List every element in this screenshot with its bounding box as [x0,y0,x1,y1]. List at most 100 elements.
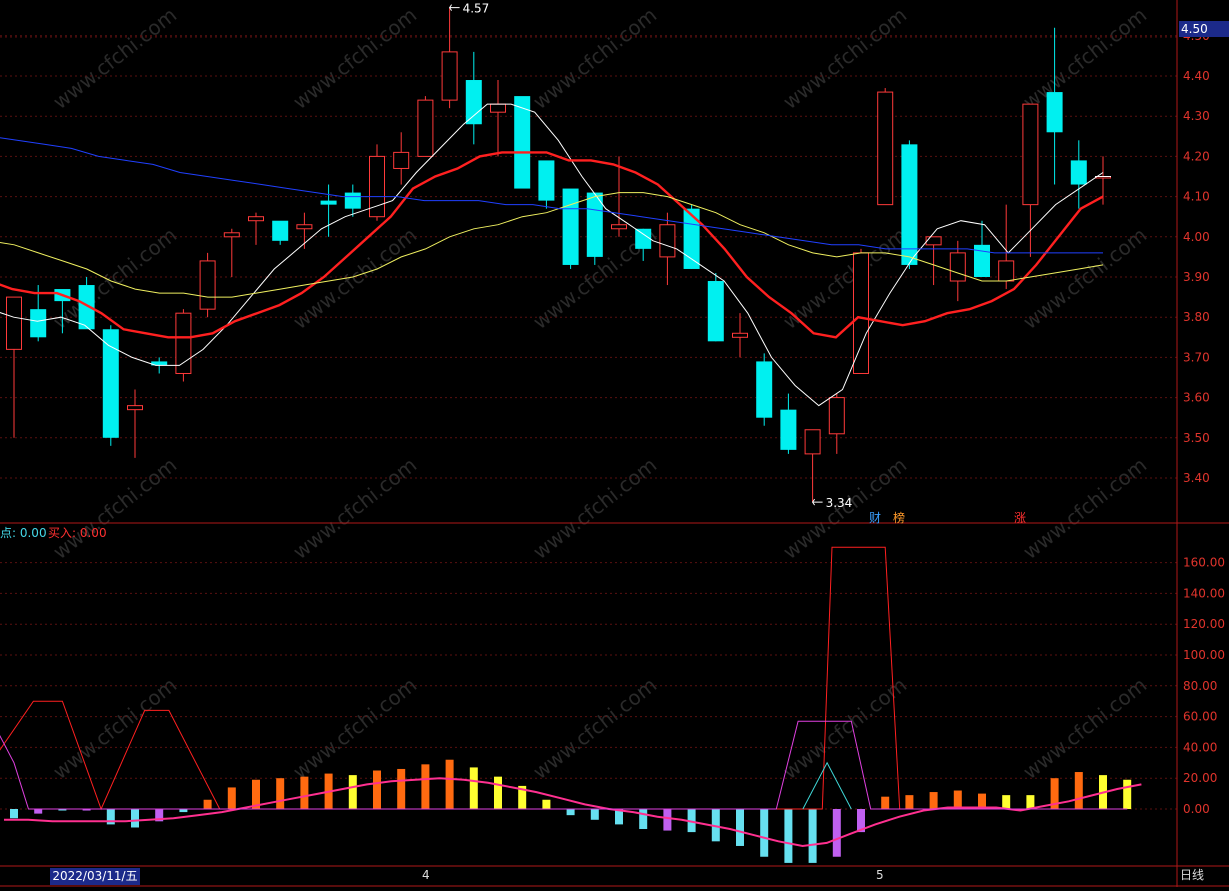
y-tick-label: 60.00 [1183,710,1217,724]
watermark-text: www.cfchi.com [1018,453,1151,564]
y-tick-label: 3.80 [1183,310,1210,324]
y-tick-label: 4.20 [1183,149,1210,163]
watermark-text: www.cfchi.com [288,453,421,564]
indicator-bar [566,809,575,816]
event-flag-ranking[interactable]: 榜 [893,509,905,526]
candle-body-down [1070,160,1087,185]
candle-body-down [562,188,579,265]
candle-body-up [925,236,942,246]
indicator-bar [808,809,817,863]
y-tick-label: 3.50 [1183,431,1210,445]
indicator-bar [881,796,890,809]
y-tick-label: 160.00 [1183,556,1225,570]
y-tick-label: 20.00 [1183,771,1217,785]
candle-body-up [175,312,192,374]
candle-body-up [6,296,22,350]
y-tick-label: 4.40 [1183,69,1210,83]
candle-body-up [417,99,434,157]
low-marker-label: 3.34 [826,496,853,510]
indicator-bar [348,775,357,809]
indicator-bar [784,809,793,863]
candle-body-up [296,224,313,230]
candle-body-up [828,397,845,435]
y-tick-label: 3.40 [1183,471,1210,485]
indicator-bar [445,759,454,809]
event-flag-finance[interactable]: 财 [869,509,881,526]
y-tick-label: 40.00 [1183,740,1217,754]
y-tick-label: 140.00 [1183,586,1225,600]
indicator-bar [736,809,744,846]
indicator-label-buy: 买入: 0.00 [48,526,107,540]
indicator-bar [494,776,502,809]
indicator-bar [1123,779,1132,809]
y-tick-label: 120.00 [1183,617,1225,631]
watermark-text: www.cfchi.com [778,673,911,784]
indicator-bar [929,792,938,809]
indicator-bar [905,795,914,809]
candle-body-up [248,216,264,222]
candle-body-down [465,80,482,125]
candle-body-up [659,224,676,258]
ma-line-ma5 [0,103,1104,407]
y-tick-label: 3.60 [1183,391,1210,405]
candle-body-up [490,103,506,113]
candle-body-up [853,252,869,374]
candle-body-up [998,260,1015,282]
candle-body-up [223,232,240,238]
indicator-bar [663,809,672,831]
month-label-april: 4 [422,868,430,882]
watermark-text: www.cfchi.com [528,453,661,564]
indicator-bar [373,770,381,809]
y-tick-label: 3.70 [1183,350,1210,364]
y-tick-label: 100.00 [1183,648,1225,662]
high-marker-label: 4.57 [463,2,490,16]
indicator-bar [832,809,841,857]
chart-stage: www.cfchi.com www.cfchi.com www.cfchi.com w… [0,0,1229,887]
candle-body-down [320,200,337,205]
watermark-text: www.cfchi.com [48,453,181,564]
event-flag-limit-up[interactable]: 涨 [1014,509,1026,526]
stock-chart-svg[interactable]: www.cfchi.com www.cfchi.com www.cfchi.com w… [0,0,1229,887]
candle-body-down [683,208,700,269]
indicator-bar [203,799,212,809]
watermark-text: www.cfchi.com [1018,3,1151,114]
indicator-bar [131,809,139,828]
candle-body-up [611,224,627,230]
candle-body-down [901,144,918,265]
cursor-date-label: 2022/03/11/五 [50,868,140,885]
indicator-bar [34,809,43,814]
indicator-bar [639,809,648,830]
y-tick-label: 80.00 [1183,679,1217,693]
indicator-bar [276,778,285,809]
candle-body-up [732,332,748,338]
candle-body-up [804,429,821,455]
indicator-bar [1074,772,1083,809]
indicator-bar [469,767,478,809]
y-tick-label: 4.30 [1183,109,1210,123]
watermark-text: www.cfchi.com [1018,673,1151,784]
low-marker-arrow [811,498,823,506]
candle-body-down [756,361,773,418]
candle-body-down [1046,92,1063,133]
candle-body-down [707,281,724,342]
candle-body-down [30,309,47,338]
watermark-text: www.cfchi.com [48,673,181,784]
indicator-bar [953,790,962,809]
candle-body-down [102,329,119,438]
watermark-text: www.cfchi.com [528,673,661,784]
indicator-bar [590,809,599,820]
candle-body-down [538,160,555,201]
y-tick-label: 4.10 [1183,190,1210,204]
candle-body-up [393,151,410,169]
y-tick-label: 4.00 [1183,230,1210,244]
candle-body-up [949,252,966,282]
watermark-text: www.cfchi.com [48,3,181,114]
indicator-bar [1002,795,1011,809]
indicator-bar [421,764,430,809]
candle-body-down [635,228,652,249]
y-tick-label: 3.90 [1183,270,1210,284]
indicator-bar [760,809,769,857]
watermark-text: www.cfchi.com [288,673,421,784]
candle-body-up [127,405,143,411]
period-daily-button[interactable]: 日线 [1180,866,1204,883]
